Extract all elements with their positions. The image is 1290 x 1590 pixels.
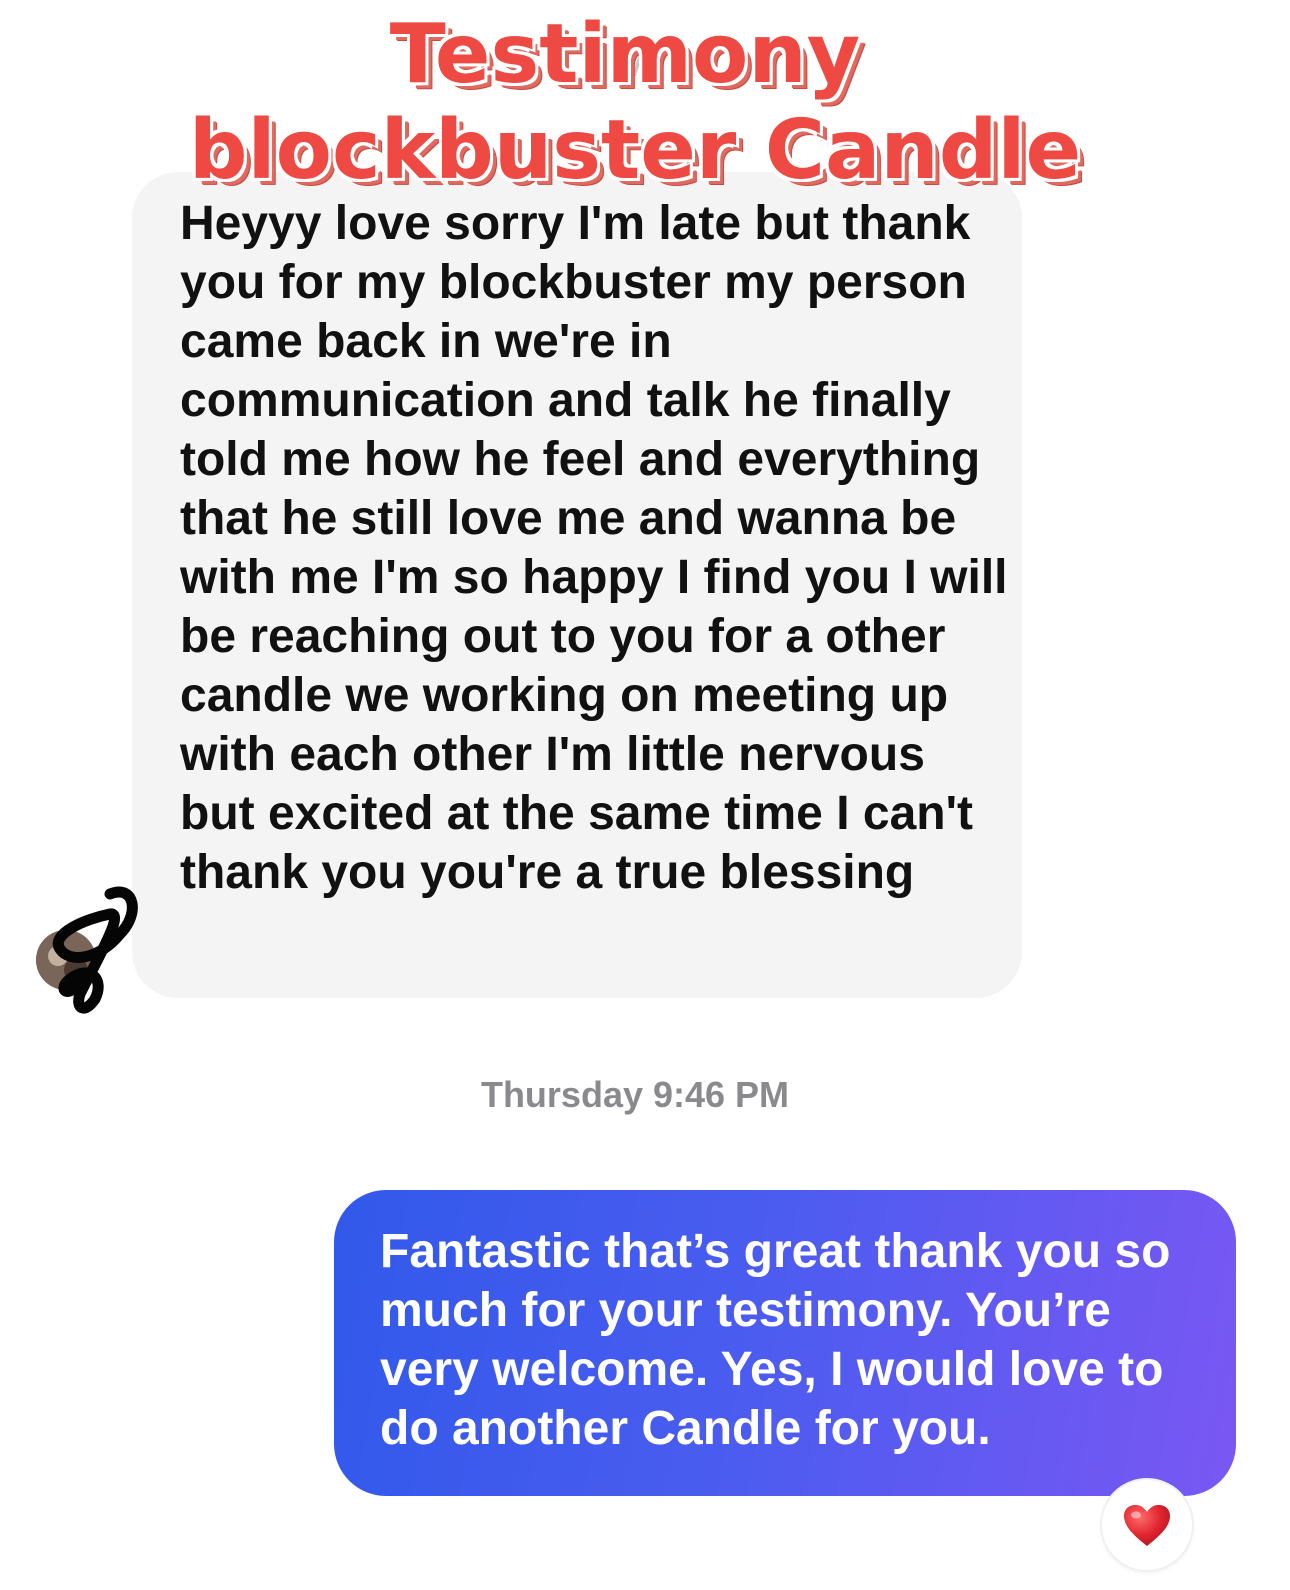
incoming-message-text: Heyyy love sorry I'm late but thank you … bbox=[180, 197, 1008, 899]
message-reaction[interactable] bbox=[1102, 1480, 1192, 1570]
incoming-message-bubble[interactable]: Heyyy love sorry I'm late but thank you … bbox=[132, 172, 1022, 998]
redaction-scribble-icon bbox=[52, 886, 138, 1014]
overlay-title-line-1: Testimony bbox=[389, 7, 861, 102]
chat-screenshot: M Testimony blockbuster Candle Heyyy lov… bbox=[0, 0, 1290, 1590]
outgoing-message-text: Fantastic that’s great thank you so much… bbox=[380, 1225, 1171, 1455]
overlay-title-line-2: blockbuster Candle bbox=[188, 103, 1082, 198]
outgoing-message-bubble[interactable]: Fantastic that’s great thank you so much… bbox=[334, 1190, 1236, 1496]
red-heart-icon bbox=[1124, 1505, 1170, 1546]
message-timestamp: Thursday 9:46 PM bbox=[480, 1074, 790, 1115]
